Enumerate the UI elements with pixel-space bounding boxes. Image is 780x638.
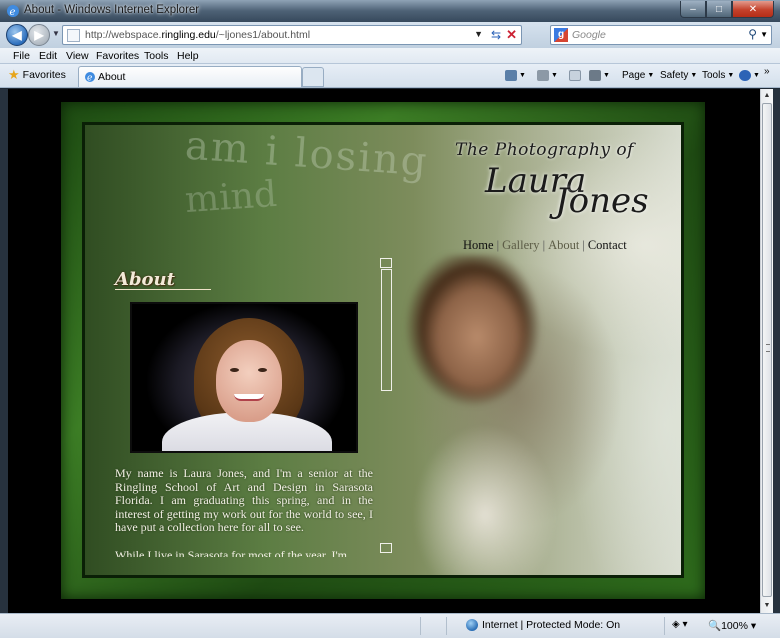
about-heading: About — [115, 269, 175, 290]
status-bar: Internet | Protected Mode: On ◈ ▾ 🔍100% … — [0, 613, 780, 638]
favorites-label: Favorites — [22, 69, 66, 81]
window-title: About - Windows Internet Explorer — [24, 4, 200, 16]
window-border-right — [773, 89, 780, 638]
nav-about-link[interactable]: About — [548, 238, 579, 252]
nav-separator: | — [496, 238, 500, 252]
about-heading-underline — [115, 289, 211, 290]
read-mail-button[interactable] — [569, 70, 581, 81]
nav-gallery-link[interactable]: Gallery — [502, 238, 539, 252]
maximize-button[interactable]: □ — [706, 1, 732, 18]
menu-edit[interactable]: Edit — [39, 50, 57, 62]
background-portrait-image — [385, 255, 575, 575]
print-button[interactable]: ▼ — [589, 70, 610, 81]
menu-favorites[interactable]: Favorites — [96, 50, 139, 62]
nav-contact-link[interactable]: Contact — [588, 238, 627, 252]
refresh-icon[interactable]: ⇆ — [491, 28, 501, 42]
text-scroll-up-button[interactable] — [380, 258, 392, 268]
safety-menu-label: Safety — [660, 70, 689, 81]
zoom-level[interactable]: 🔍100% ▾ — [708, 619, 756, 632]
page-viewport: am i losing mind The Photography of Laur… — [8, 89, 760, 613]
vertical-scrollbar[interactable]: ▲ ▼ — [760, 89, 773, 613]
internet-explorer-icon: e — [7, 5, 19, 18]
scrollbar-thumb[interactable] — [762, 103, 772, 597]
close-button[interactable]: ✕ — [732, 1, 774, 18]
address-url[interactable]: http://webspace.ringling.edu/~ljones1/ab… — [85, 29, 310, 41]
bio-cut-line: While I live in Sarasota for most of the… — [115, 549, 347, 557]
back-button[interactable]: ◀ — [6, 24, 28, 46]
google-icon: g — [554, 28, 568, 42]
new-tab-button[interactable] — [302, 67, 324, 87]
menu-file[interactable]: File — [13, 50, 30, 62]
page-menu-button[interactable]: Page ▼ — [622, 70, 654, 81]
search-icon[interactable]: ⚲ — [748, 27, 757, 41]
favorites-bar: ★ Favorites e About ▼ ▼ ▼ Page ▼ Safety ▼ … — [0, 64, 780, 88]
address-toolbar: ◀ ▶ ▼ http://webspace.ringling.edu/~ljon… — [0, 22, 780, 48]
feeds-button[interactable]: ▼ — [537, 70, 558, 81]
background-handwriting-2: mind — [183, 173, 279, 222]
background-handwriting: am i losing — [183, 122, 430, 186]
recent-pages-dropdown-icon[interactable]: ▼ — [52, 29, 60, 38]
tools-menu-button[interactable]: Tools ▼ — [702, 70, 734, 81]
rss-icon — [537, 70, 549, 81]
tab-page-icon: e — [85, 72, 95, 84]
site-title-prefix: The Photography of — [455, 140, 634, 160]
nav-separator: | — [582, 238, 585, 252]
favorites-star-icon: ★ — [8, 67, 20, 82]
site-frame: am i losing mind The Photography of Laur… — [61, 102, 705, 599]
address-field[interactable]: http://webspace.ringling.edu/~ljones1/ab… — [62, 25, 522, 45]
scroll-up-arrow-icon[interactable]: ▲ — [761, 89, 773, 103]
security-zone[interactable]: Internet | Protected Mode: On — [466, 619, 620, 631]
menu-help[interactable]: Help — [177, 50, 199, 62]
search-options-dropdown-icon[interactable]: ▼ — [760, 30, 768, 39]
tab-about[interactable]: e About — [78, 66, 302, 87]
svg-text:e: e — [87, 74, 92, 84]
forward-button[interactable]: ▶ — [28, 24, 50, 46]
globe-icon — [466, 619, 478, 631]
favorites-button[interactable]: ★ Favorites — [8, 67, 66, 82]
printer-icon — [589, 70, 601, 81]
stop-icon[interactable]: ✕ — [506, 27, 517, 43]
menu-view[interactable]: View — [66, 50, 89, 62]
menu-bar: File Edit View Favorites Tools Help — [0, 48, 780, 64]
mail-icon — [569, 70, 581, 81]
help-button[interactable]: ▼ — [739, 70, 760, 81]
help-icon — [739, 70, 751, 81]
address-dropdown-icon[interactable]: ▼ — [474, 29, 483, 39]
search-placeholder: Google — [572, 29, 606, 41]
safety-menu-button[interactable]: Safety ▼ — [660, 70, 697, 81]
site-title-last-name: Jones — [555, 181, 649, 221]
svg-text:e: e — [10, 7, 16, 18]
profile-photo — [130, 302, 358, 453]
site-navigation: Home | Gallery | About | Contact — [463, 238, 627, 253]
popup-settings-icon[interactable]: ◈ ▾ — [672, 619, 688, 630]
nav-home-link[interactable]: Home — [463, 238, 494, 252]
text-scroll-down-button[interactable] — [380, 543, 392, 553]
page-menu-label: Page — [622, 70, 646, 81]
search-field[interactable]: g Google ⚲ ▼ — [550, 25, 772, 45]
scroll-down-arrow-icon[interactable]: ▼ — [761, 599, 773, 613]
window-border-left — [0, 89, 8, 638]
zoom-label: 100% — [721, 620, 748, 632]
status-divider — [664, 617, 665, 635]
site-content-area: am i losing mind The Photography of Laur… — [82, 122, 684, 578]
nav-separator: | — [542, 238, 546, 252]
text-scroll-thumb[interactable] — [381, 269, 392, 391]
toolbar-overflow-icon[interactable]: » — [764, 66, 770, 77]
home-button[interactable]: ▼ — [505, 70, 526, 81]
menu-tools[interactable]: Tools — [144, 50, 169, 62]
home-icon — [505, 70, 517, 81]
minimize-button[interactable]: – — [680, 1, 706, 18]
title-bar: e About - Windows Internet Explorer – □ … — [0, 0, 780, 22]
page-icon — [67, 29, 80, 42]
status-divider — [446, 617, 447, 635]
bio-paragraph: My name is Laura Jones, and I'm a senior… — [115, 466, 373, 535]
status-divider — [420, 617, 421, 635]
tab-label: About — [98, 71, 126, 83]
tools-menu-label: Tools — [702, 70, 726, 81]
security-zone-label: Internet | Protected Mode: On — [482, 619, 621, 631]
